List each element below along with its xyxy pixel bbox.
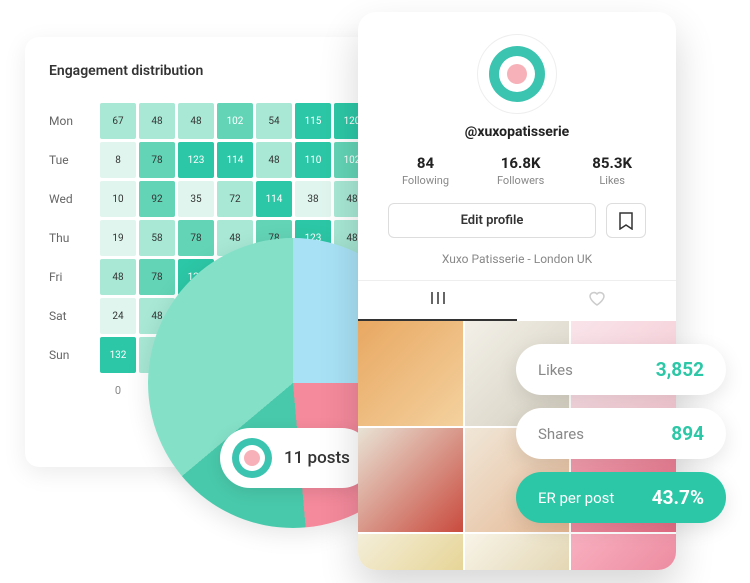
pie-label-pill: 11 posts — [220, 428, 372, 488]
metric-likes: Likes 3,852 — [516, 344, 726, 395]
donut-icon — [232, 438, 272, 478]
heatmap-cell[interactable]: 48 — [139, 103, 175, 139]
heatmap-cell[interactable]: 48 — [178, 103, 214, 139]
post-thumb[interactable] — [358, 321, 463, 426]
heatmap-day-label: Mon — [49, 103, 97, 139]
heatmap-cell[interactable]: 35 — [178, 181, 214, 217]
heatmap-day-label: Tue — [49, 142, 97, 178]
profile-bio: Xuxo Patisserie - London UK — [358, 252, 676, 266]
bookmark-button[interactable] — [606, 203, 646, 238]
heatmap-cell[interactable]: 115 — [295, 103, 331, 139]
stat-following[interactable]: 84 Following — [402, 154, 449, 187]
profile-actions: Edit profile — [358, 203, 676, 252]
stat-followers[interactable]: 16.8K Followers — [497, 154, 544, 187]
heatmap-cell[interactable]: 24 — [100, 298, 136, 334]
pie-label-text: 11 posts — [284, 448, 350, 468]
profile-handle[interactable]: @xuxopatisserie — [358, 124, 676, 140]
heart-icon — [588, 290, 606, 306]
stat-likes[interactable]: 85.3K Likes — [592, 154, 632, 187]
post-thumb[interactable] — [358, 534, 463, 570]
heatmap-cell[interactable]: 48 — [256, 142, 292, 178]
heatmap-cell[interactable]: 110 — [295, 142, 331, 178]
heatmap-cell[interactable]: 10 — [100, 181, 136, 217]
heatmap-cell[interactable]: 123 — [178, 142, 214, 178]
heatmap-x-label: 0 — [100, 376, 136, 404]
metric-shares: Shares 894 — [516, 408, 726, 459]
heatmap-cell[interactable]: 72 — [217, 181, 253, 217]
edit-profile-button[interactable]: Edit profile — [388, 203, 596, 238]
heatmap-day-label: Thu — [49, 220, 97, 256]
heatmap-cell[interactable]: 114 — [217, 142, 253, 178]
heatmap-cell[interactable]: 114 — [256, 181, 292, 217]
heatmap-cell[interactable]: 48 — [100, 259, 136, 295]
heatmap-cell[interactable]: 38 — [295, 181, 331, 217]
donut-icon — [489, 46, 545, 102]
heatmap-cell[interactable]: 8 — [100, 142, 136, 178]
profile-stats: 84 Following 16.8K Followers 85.3K Likes — [358, 154, 676, 203]
heatmap-cell[interactable]: 67 — [100, 103, 136, 139]
heatmap-day-label: Sat — [49, 298, 97, 334]
heatmap-cell[interactable]: 78 — [139, 142, 175, 178]
heatmap-cell[interactable]: 102 — [217, 103, 253, 139]
heatmap-cell[interactable]: 92 — [139, 181, 175, 217]
post-thumb[interactable] — [465, 534, 570, 570]
heatmap-cell[interactable]: 54 — [256, 103, 292, 139]
heatmap-cell[interactable]: 19 — [100, 220, 136, 256]
heatmap-day-label: Sun — [49, 337, 97, 373]
profile-tabs — [358, 280, 676, 321]
heatmap-day-label: Fri — [49, 259, 97, 295]
tab-feed[interactable] — [358, 281, 517, 321]
grid-icon — [430, 290, 446, 306]
metric-er-per-post: ER per post 43.7% — [516, 472, 726, 523]
heatmap-day-label: Wed — [49, 181, 97, 217]
post-thumb[interactable] — [358, 428, 463, 533]
avatar[interactable] — [477, 34, 557, 114]
tab-liked[interactable] — [517, 281, 676, 321]
heatmap-cell[interactable]: 132 — [100, 337, 136, 373]
bookmark-icon — [618, 212, 634, 230]
post-thumb[interactable] — [571, 534, 676, 570]
